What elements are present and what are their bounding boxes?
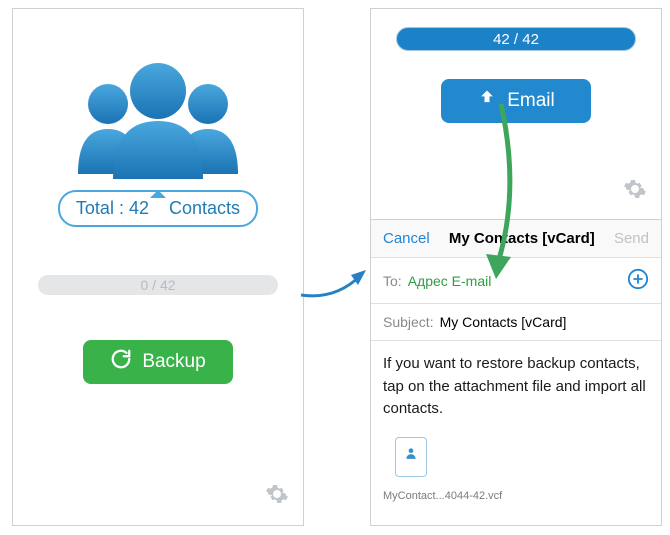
backup-button-label: Backup (142, 351, 205, 373)
email-body[interactable]: If you want to restore backup contacts, … (371, 341, 661, 433)
subject-value: My Contacts [vCard] (440, 314, 567, 330)
attachment[interactable]: MyContact...4044-42.vcf (371, 433, 661, 514)
contacts-silhouette-icon (13, 49, 303, 184)
total-suffix: Contacts (169, 198, 240, 218)
flow-arrow-icon (296, 250, 376, 310)
gear-icon[interactable] (265, 482, 289, 511)
send-button[interactable]: Send (614, 230, 649, 247)
email-button-label: Email (507, 90, 555, 112)
total-prefix: Total : (76, 198, 124, 218)
total-contacts-bubble: Total : 42 Contacts (58, 190, 258, 227)
upload-icon (477, 88, 497, 114)
refresh-icon (110, 348, 132, 376)
subject-label: Subject: (383, 314, 434, 330)
add-recipient-icon[interactable] (627, 268, 649, 293)
total-count: 42 (129, 198, 149, 218)
email-button[interactable]: Email (441, 79, 591, 123)
sheet-header: Cancel My Contacts [vCard] Send (371, 220, 661, 258)
to-value: Адрес E-mail (408, 273, 492, 289)
compose-sheet: Cancel My Contacts [vCard] Send To: Адре… (371, 219, 661, 525)
subject-row[interactable]: Subject: My Contacts [vCard] (371, 304, 661, 341)
vcard-file-icon (395, 437, 427, 477)
sheet-title: My Contacts [vCard] (449, 230, 595, 247)
completed-progress-label: 42 / 42 (493, 31, 539, 48)
backup-progress-bar: 0 / 42 (38, 275, 278, 295)
cancel-button[interactable]: Cancel (383, 230, 430, 247)
to-row[interactable]: To: Адрес E-mail (371, 258, 661, 304)
completed-progress-bar: 42 / 42 (396, 27, 636, 51)
backup-button[interactable]: Backup (83, 340, 233, 384)
attachment-filename: MyContact...4044-42.vcf (383, 490, 502, 502)
backup-progress-label: 0 / 42 (140, 277, 175, 293)
gear-icon[interactable] (623, 177, 647, 206)
email-screen: 42 / 42 Email Cancel My Contacts [vCard]… (370, 8, 662, 526)
backup-screen: Total : 42 Contacts 0 / 42 Backup (12, 8, 304, 526)
to-label: To: (383, 273, 402, 289)
